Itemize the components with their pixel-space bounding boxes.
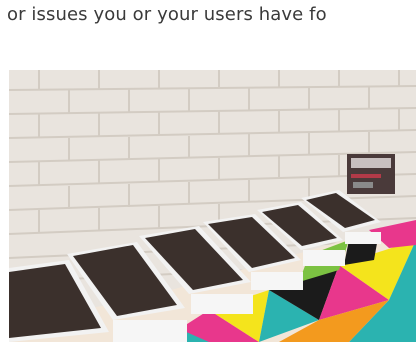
tablets-on-shelf-photo (9, 70, 416, 342)
display-card-stand (347, 154, 395, 194)
article-caption-text: or issues you or your users have fo (7, 4, 327, 25)
